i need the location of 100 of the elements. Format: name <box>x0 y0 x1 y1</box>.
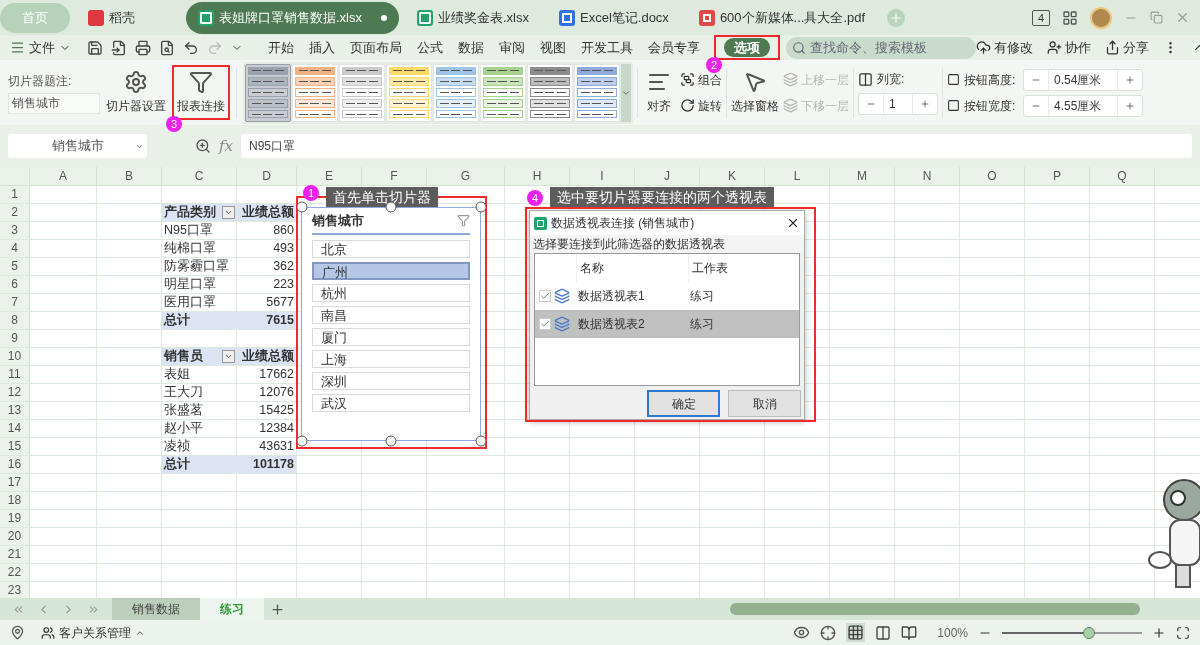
device-badge[interactable]: 4 <box>1031 9 1050 26</box>
caption-field[interactable]: 销售城市 <box>8 92 100 114</box>
number-stepper[interactable]: 4.55厘米 <box>1023 94 1143 117</box>
crm-button[interactable]: 客户关系管理 <box>41 623 145 642</box>
slicer-item[interactable]: 深圳 <box>312 371 470 390</box>
row-header[interactable]: 6 <box>0 276 30 293</box>
column-header[interactable]: J <box>635 167 700 185</box>
fullscreen-icon[interactable] <box>1176 625 1190 640</box>
ribbon-tab[interactable]: 会员专享 <box>643 37 705 58</box>
cancel-button[interactable]: 取消 <box>728 390 801 417</box>
document-tab[interactable]: Excel笔记.docx <box>547 1 681 34</box>
row-header[interactable]: 12 <box>0 384 30 401</box>
align-button[interactable]: 对齐 <box>642 70 676 115</box>
column-header[interactable]: F <box>362 167 427 185</box>
row-header[interactable]: 20 <box>0 528 30 545</box>
slicer-item[interactable]: 北京 <box>312 239 470 258</box>
row-header[interactable]: 18 <box>0 492 30 509</box>
clear-filter-icon[interactable] <box>457 214 470 228</box>
column-header[interactable]: I <box>570 167 635 185</box>
filter-dropdown[interactable] <box>222 350 235 363</box>
document-tab[interactable]: 稻壳 <box>76 7 180 28</box>
page-break-icon[interactable] <box>901 624 918 641</box>
row-header[interactable]: 11 <box>0 366 30 383</box>
slicer-item[interactable]: 武汉 <box>312 393 470 412</box>
increase-icon[interactable] <box>1125 74 1135 85</box>
resize-handle[interactable] <box>475 201 487 213</box>
add-sheet-icon[interactable] <box>270 601 285 617</box>
filter-dropdown[interactable] <box>222 206 235 219</box>
rotate-button[interactable]: 旋转 <box>680 96 722 115</box>
column-header[interactable]: A <box>30 167 97 185</box>
page-layout-icon[interactable] <box>875 624 892 641</box>
list-column-header[interactable]: 工作表 <box>689 254 799 282</box>
undo-icon[interactable] <box>183 39 199 56</box>
zoom-slider-thumb[interactable] <box>1082 626 1095 639</box>
zoom-icon[interactable] <box>195 138 211 154</box>
slicer-item[interactable]: 广州 <box>312 261 470 280</box>
zoom-slider[interactable] <box>1002 625 1142 640</box>
apps-grid-icon[interactable] <box>1062 9 1078 26</box>
ribbon-tab[interactable]: 审阅 <box>494 37 530 58</box>
zoom-level[interactable]: 100% <box>937 623 968 642</box>
increase-icon[interactable] <box>920 99 930 109</box>
number-stepper[interactable]: 0.54厘米 <box>1023 68 1143 91</box>
resize-handle[interactable] <box>296 435 308 447</box>
ribbon-tab[interactable]: 视图 <box>535 37 571 58</box>
resize-handle[interactable] <box>475 435 487 447</box>
file-menu[interactable]: 文件 <box>10 37 71 58</box>
ribbon-tab[interactable]: 选项 <box>724 38 770 57</box>
column-header[interactable]: N <box>895 167 960 185</box>
ribbon-tab[interactable]: 数据 <box>453 37 489 58</box>
row-header[interactable]: 15 <box>0 438 30 455</box>
slicer-item[interactable]: 上海 <box>312 349 470 368</box>
stepper-value[interactable]: 4.55厘米 <box>1048 95 1118 116</box>
column-header[interactable]: G <box>427 167 505 185</box>
row-header[interactable]: 7 <box>0 294 30 311</box>
print-icon[interactable] <box>135 39 151 56</box>
ok-button[interactable]: 确定 <box>647 390 720 417</box>
slicer-item[interactable]: 杭州 <box>312 283 470 302</box>
row-header[interactable]: 1 <box>0 186 30 203</box>
row-header[interactable]: 16 <box>0 456 30 473</box>
column-header[interactable]: H <box>505 167 570 185</box>
ribbon-tab[interactable]: 插入 <box>304 37 340 58</box>
ribbon-tab[interactable]: 开始 <box>263 37 299 58</box>
row-header[interactable]: 2 <box>0 204 30 221</box>
column-header[interactable]: O <box>960 167 1025 185</box>
row-header[interactable]: 4 <box>0 240 30 257</box>
horizontal-scrollbar[interactable] <box>730 603 1140 615</box>
name-box[interactable]: 销售城市 <box>8 134 147 158</box>
checkbox[interactable] <box>539 318 551 330</box>
save-icon[interactable] <box>87 39 103 56</box>
slicer-item[interactable]: 厦门 <box>312 327 470 346</box>
report-connection-button[interactable]: 报表连接 <box>175 68 227 117</box>
preview-icon[interactable] <box>159 39 175 56</box>
column-header[interactable]: L <box>765 167 830 185</box>
list-row[interactable]: 数据透视表2 练习 <box>535 310 799 338</box>
ribbon-tab[interactable]: 公式 <box>412 37 448 58</box>
document-tab[interactable]: 表姐牌口罩销售数据.xlsx <box>186 1 399 34</box>
row-header[interactable]: 23 <box>0 582 30 598</box>
column-header[interactable]: C <box>162 167 237 185</box>
row-header[interactable]: 5 <box>0 258 30 275</box>
column-header[interactable]: E <box>297 167 362 185</box>
row-header[interactable]: 8 <box>0 312 30 329</box>
column-header[interactable]: B <box>97 167 162 185</box>
eye-icon[interactable] <box>793 624 811 641</box>
row-header[interactable]: 10 <box>0 348 30 365</box>
number-stepper[interactable]: 1 <box>858 93 938 115</box>
search-field[interactable]: 查找命令、搜索模板 <box>786 36 976 59</box>
column-header[interactable]: Q <box>1090 167 1155 185</box>
slicer-settings-button[interactable]: 切片器设置 <box>104 70 168 115</box>
column-header[interactable]: K <box>700 167 765 185</box>
sheet-tab[interactable]: 销售数据 <box>112 598 200 620</box>
row-header[interactable]: 21 <box>0 546 30 563</box>
avatar[interactable] <box>1090 6 1112 29</box>
column-header[interactable]: M <box>830 167 895 185</box>
column-header[interactable]: P <box>1025 167 1090 185</box>
row-header[interactable]: 3 <box>0 222 30 239</box>
slicer-style-swatch[interactable] <box>245 63 291 122</box>
toolbar-action[interactable]: 分享 <box>1105 37 1149 58</box>
row-header[interactable]: 14 <box>0 420 30 437</box>
increase-icon[interactable] <box>1125 100 1135 111</box>
document-tab[interactable]: 业绩奖金表.xlsx <box>405 1 541 34</box>
